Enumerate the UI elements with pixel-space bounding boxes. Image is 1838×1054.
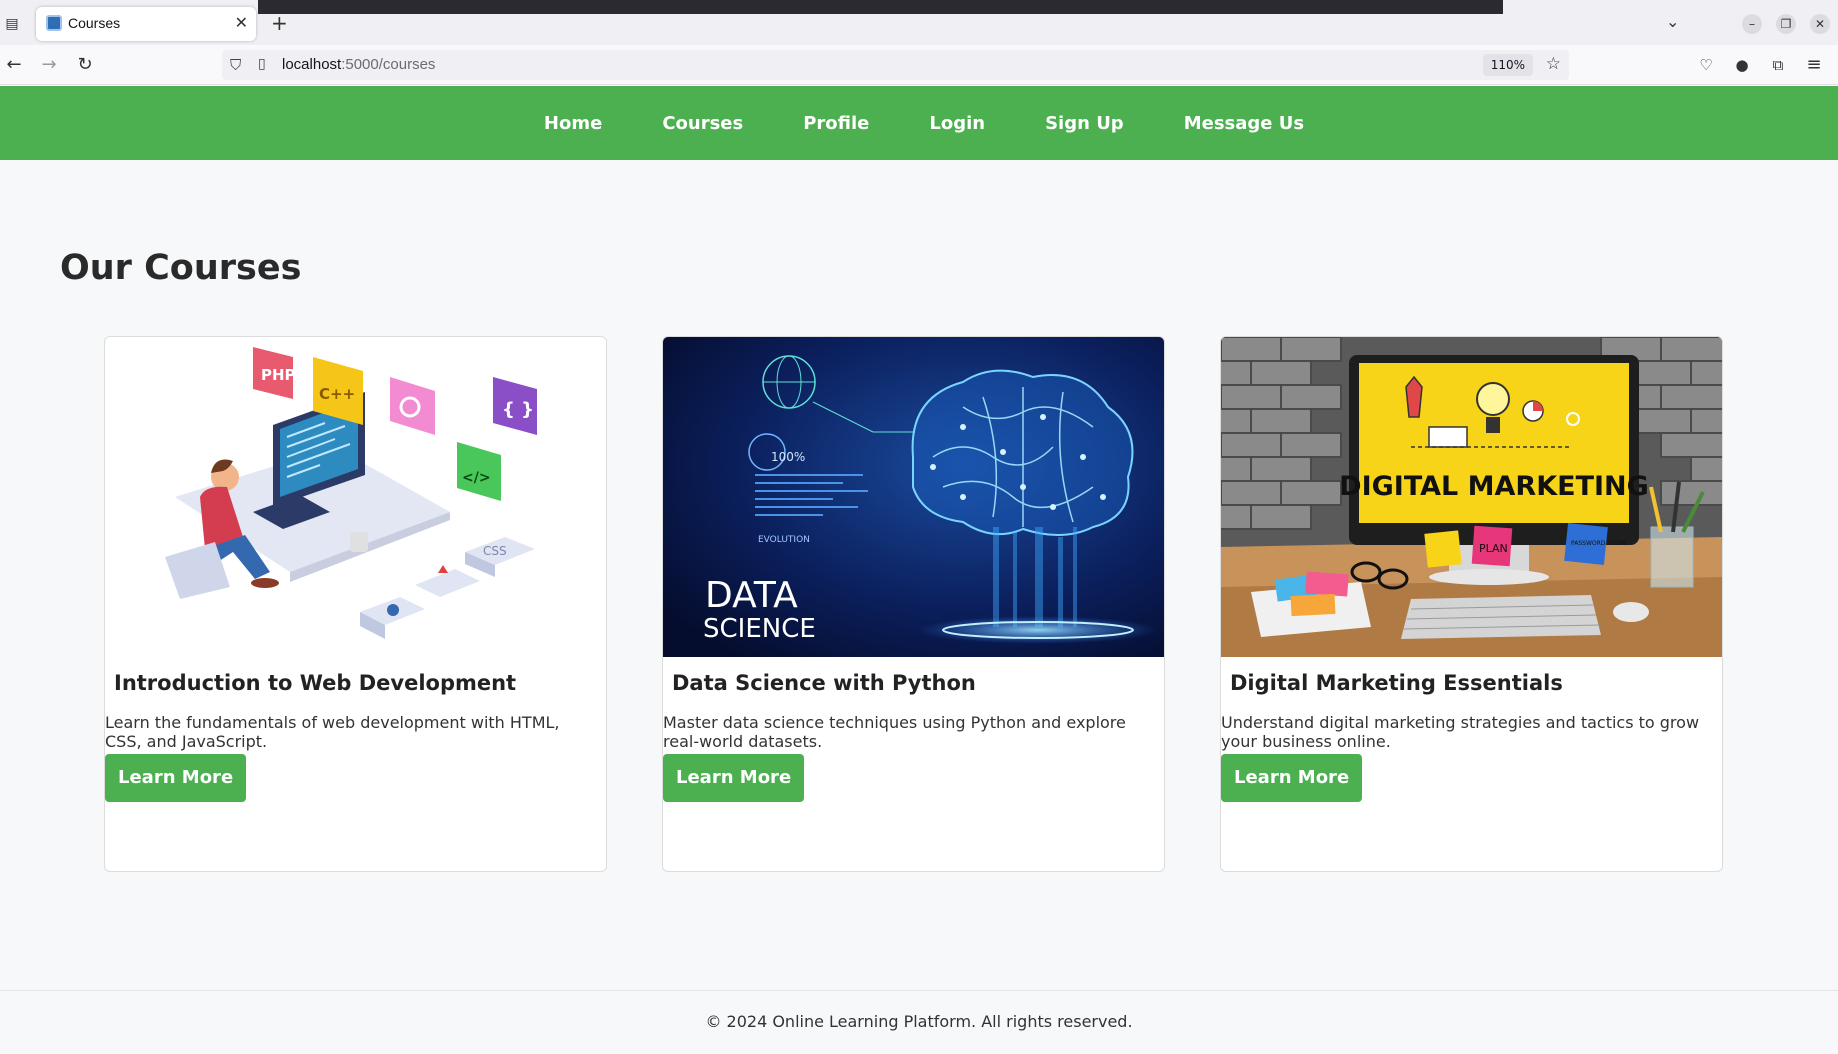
site-navbar: Home Courses Profile Login Sign Up Messa… bbox=[0, 86, 1838, 160]
code-label: </> bbox=[462, 470, 491, 486]
close-tab-icon[interactable]: ✕ bbox=[235, 13, 248, 33]
pocket-icon[interactable]: ♡ bbox=[1695, 54, 1717, 76]
course-title: Introduction to Web Development bbox=[114, 671, 517, 695]
browser-toolbar: ← → ↻ ⛉ ▯ localhost:5000/courses 110% ☆ … bbox=[0, 45, 1838, 85]
nav-message-us[interactable]: Message Us bbox=[1154, 113, 1334, 134]
hud-percent-label: 100% bbox=[771, 450, 805, 464]
plan-note-label: PLAN bbox=[1479, 542, 1508, 555]
reload-icon[interactable]: ↻ bbox=[74, 54, 96, 76]
nav-login[interactable]: Login bbox=[899, 113, 1015, 134]
hud-evolution-label: EVOLUTION bbox=[758, 535, 810, 545]
page-info-icon[interactable]: ▯ bbox=[258, 56, 266, 72]
cpp-label: C++ bbox=[319, 385, 355, 403]
nav-courses[interactable]: Courses bbox=[632, 113, 773, 134]
tab-strip-overflow bbox=[258, 0, 1503, 14]
close-window-icon[interactable]: ✕ bbox=[1810, 14, 1830, 34]
minimize-icon[interactable]: – bbox=[1742, 14, 1762, 34]
nav-home[interactable]: Home bbox=[514, 113, 632, 134]
data-label: DATA bbox=[705, 575, 798, 616]
url-text[interactable]: localhost:5000/courses bbox=[282, 56, 435, 73]
zoom-level[interactable]: 110% bbox=[1482, 54, 1533, 76]
nav-sign-up[interactable]: Sign Up bbox=[1015, 113, 1154, 134]
digital-marketing-label: DIGITAL MARKETING bbox=[1339, 471, 1649, 502]
shield-icon[interactable]: ⛉ bbox=[230, 56, 241, 74]
course-card-digital-marketing: DIGITAL MARKETING PLAN PASSWORD LOGIN Di… bbox=[1220, 336, 1723, 872]
address-bar[interactable]: ⛉ ▯ localhost:5000/courses 110% ☆ bbox=[222, 50, 1569, 80]
learn-more-button[interactable]: Learn More bbox=[1221, 754, 1363, 802]
php-label: PHP bbox=[261, 366, 296, 384]
menu-icon[interactable]: ≡ bbox=[1803, 54, 1825, 76]
new-tab-icon[interactable]: + bbox=[271, 11, 288, 35]
site-footer: © 2024 Online Learning Platform. All rig… bbox=[0, 990, 1838, 1054]
course-card-data-science: 100% EVOLUTION DATA SCIENCE Data Science… bbox=[662, 336, 1165, 872]
account-icon[interactable]: ● bbox=[1731, 54, 1753, 76]
browser-tab-bar: ▤ Courses ✕ + ⌄ – ❐ ✕ bbox=[0, 0, 1838, 45]
course-description: Learn the fundamentals of web developmen… bbox=[105, 713, 560, 751]
braces-label: { } bbox=[502, 399, 534, 420]
web-dev-illustration: PHP C++ { } </> CSS bbox=[105, 337, 606, 657]
tab-list-icon[interactable]: ▤ bbox=[2, 14, 22, 34]
learn-more-button[interactable]: Learn More bbox=[105, 754, 247, 802]
browser-tab-courses[interactable]: Courses ✕ bbox=[36, 7, 256, 41]
password-note-label: PASSWORD LOGIN bbox=[1571, 540, 1626, 547]
css-label: CSS bbox=[483, 544, 507, 558]
course-card-web-dev: PHP C++ { } </> CSS Introduction to Web … bbox=[104, 336, 607, 872]
extensions-icon[interactable]: ⧉ bbox=[1767, 54, 1789, 76]
chevron-down-icon[interactable]: ⌄ bbox=[1666, 12, 1679, 31]
forward-icon[interactable]: → bbox=[38, 54, 60, 76]
digital-marketing-image: DIGITAL MARKETING PLAN PASSWORD LOGIN bbox=[1221, 337, 1722, 657]
course-title: Digital Marketing Essentials bbox=[1230, 671, 1563, 695]
bookmark-star-icon[interactable]: ☆ bbox=[1546, 54, 1561, 74]
site-favicon-icon bbox=[46, 15, 62, 31]
nav-profile[interactable]: Profile bbox=[773, 113, 899, 134]
course-description: Understand digital marketing strategies … bbox=[1221, 713, 1700, 751]
restore-icon[interactable]: ❐ bbox=[1776, 14, 1796, 34]
tab-title: Courses bbox=[68, 15, 121, 31]
page-title: Our Courses bbox=[60, 248, 302, 288]
course-title: Data Science with Python bbox=[672, 671, 976, 695]
learn-more-button[interactable]: Learn More bbox=[663, 754, 805, 802]
data-science-image: 100% EVOLUTION DATA SCIENCE bbox=[663, 337, 1164, 657]
course-description: Master data science techniques using Pyt… bbox=[663, 713, 1126, 751]
back-icon[interactable]: ← bbox=[3, 54, 25, 76]
science-label: SCIENCE bbox=[703, 614, 816, 644]
footer-text: © 2024 Online Learning Platform. All rig… bbox=[705, 1012, 1133, 1031]
